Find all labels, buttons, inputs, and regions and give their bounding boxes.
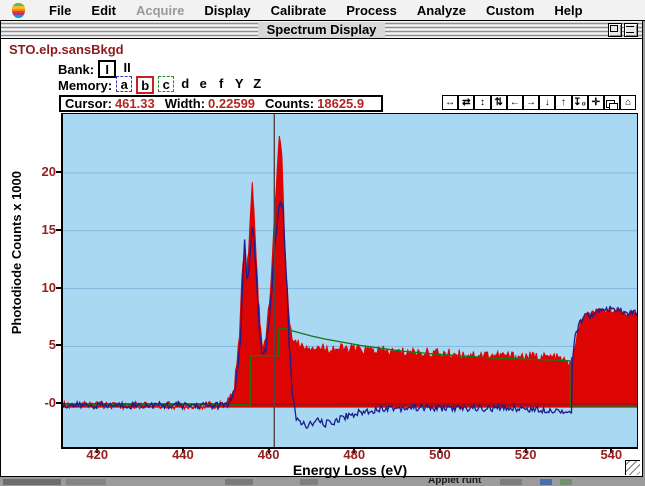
compress-horizontal-button[interactable]: ⇄ [458, 95, 474, 110]
x-tick-label: 520 [506, 447, 546, 462]
x-tick-label: 460 [249, 447, 289, 462]
y-tick-label: 10 [18, 280, 56, 295]
cursor-value: 461.33 [115, 96, 155, 111]
bank-label: Bank: [58, 62, 94, 77]
snap-to-zero-button[interactable]: ↧₀ [572, 95, 588, 110]
y-tick-label: 15 [18, 222, 56, 237]
memory-row: Memory: abcdefYZ [58, 76, 264, 94]
bank-ii[interactable]: II [120, 60, 134, 74]
memory-a[interactable]: a [116, 76, 132, 92]
menu-help[interactable]: Help [544, 3, 592, 18]
pan-left-button[interactable]: ← [507, 95, 523, 110]
menu-analyze[interactable]: Analyze [407, 3, 476, 18]
background-window-fragment [3, 479, 61, 485]
memory-f[interactable]: f [214, 76, 228, 90]
full-range-button[interactable]: ✛ [588, 95, 604, 110]
memory-b[interactable]: b [136, 76, 154, 94]
expand-horizontal-button[interactable]: ↔ [442, 95, 458, 110]
spectrum-display-window: Spectrum Display STO.elp.sansBkgd Bank: … [0, 20, 643, 477]
memory-d[interactable]: d [178, 76, 192, 90]
width-value: 0.22599 [208, 96, 255, 111]
pan-right-button[interactable]: → [523, 95, 539, 110]
background-window-fragment [500, 479, 522, 485]
display-toolbar: ↔⇄↕⇅←→↓↑↧₀✛ ⌂ [442, 95, 636, 112]
y-tick-label: 5 [18, 337, 56, 352]
memory-c[interactable]: c [158, 76, 174, 92]
memory-e[interactable]: e [196, 76, 210, 90]
x-tick-label: 420 [77, 447, 117, 462]
width-label: Width: [165, 96, 205, 111]
menu-custom[interactable]: Custom [476, 3, 544, 18]
spectrum-plot[interactable] [61, 113, 638, 449]
y-tick [56, 171, 61, 173]
zoom-box-button[interactable] [608, 23, 622, 37]
desktop-strip: Applet runt [0, 478, 645, 486]
y-tick [56, 229, 61, 231]
cursor-readout-bar: Cursor:461.33 Width:0.22599 Counts:18625… [59, 95, 383, 112]
x-axis-title: Energy Loss (eV) [63, 462, 637, 478]
counts-label: Counts: [265, 96, 314, 111]
y-tick-label: 20 [18, 164, 56, 179]
background-window-label: Applet runt [428, 478, 481, 486]
spectrum-filename: STO.elp.sansBkgd [9, 42, 124, 57]
menu-edit[interactable]: Edit [81, 3, 126, 18]
menu-bar: FileEditAcquireDisplayCalibrateProcessAn… [0, 0, 645, 21]
memory-y[interactable]: Y [232, 76, 246, 90]
pan-up-button[interactable]: ↑ [555, 95, 571, 110]
compress-vertical-button[interactable]: ⇅ [491, 95, 507, 110]
y-axis-title: Photodiode Counts x 1000 [9, 171, 24, 334]
menu-file[interactable]: File [39, 3, 81, 18]
background-window-fragment [66, 479, 106, 485]
home-display-button[interactable]: ⌂ [620, 95, 636, 110]
x-tick-label: 440 [163, 447, 203, 462]
spectrum-plot-svg [63, 114, 637, 447]
overlapping-windows-icon [606, 100, 615, 108]
background-window-fragment [540, 479, 552, 485]
menu-acquire: Acquire [126, 3, 194, 18]
cursor-label: Cursor: [65, 96, 112, 111]
y-tick [56, 402, 61, 404]
y-tick [56, 287, 61, 289]
x-tick-label: 480 [334, 447, 374, 462]
background-window-fragment [560, 479, 572, 485]
apple-menu-icon[interactable] [12, 3, 25, 18]
background-window-fragment [300, 479, 318, 485]
background-window-fragment [225, 479, 253, 485]
window-resize-grip[interactable] [625, 460, 640, 475]
collapse-box-button[interactable] [624, 23, 638, 37]
memory-label: Memory: [58, 78, 112, 93]
x-tick-label: 500 [420, 447, 460, 462]
memory-z[interactable]: Z [250, 76, 264, 90]
y-tick [56, 344, 61, 346]
menu-process[interactable]: Process [336, 3, 407, 18]
counts-value: 18625.9 [317, 96, 364, 111]
menu-items: FileEditAcquireDisplayCalibrateProcessAn… [39, 3, 593, 18]
window-title-bar[interactable]: Spectrum Display [1, 21, 642, 39]
screen: FileEditAcquireDisplayCalibrateProcessAn… [0, 0, 645, 486]
menu-calibrate[interactable]: Calibrate [261, 3, 337, 18]
window-title: Spectrum Display [258, 22, 386, 38]
memory-selector: abcdefYZ [116, 76, 264, 94]
expand-vertical-button[interactable]: ↕ [474, 95, 490, 110]
menu-display[interactable]: Display [194, 3, 260, 18]
pan-down-button[interactable]: ↓ [539, 95, 555, 110]
red-spectrum [63, 136, 637, 409]
copy-window-button[interactable] [604, 95, 620, 110]
y-tick-label: -0 [18, 395, 56, 410]
